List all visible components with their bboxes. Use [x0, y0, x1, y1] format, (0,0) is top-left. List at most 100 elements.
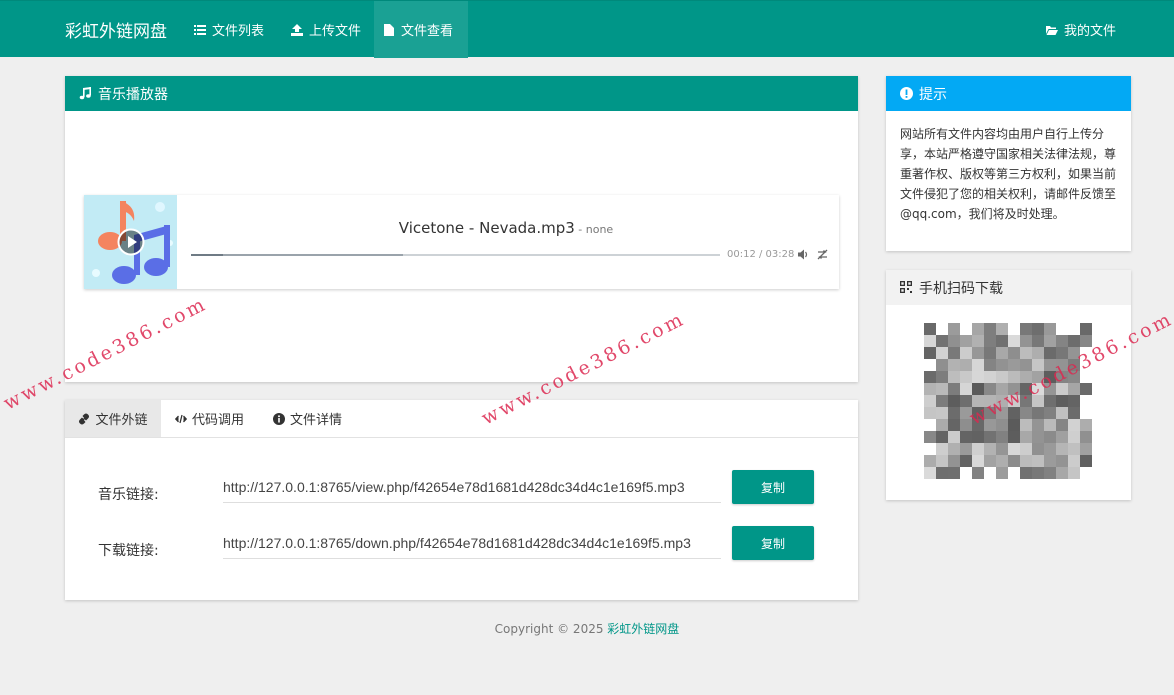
qr-cell	[1044, 467, 1056, 479]
exclamation-circle-icon	[900, 87, 913, 100]
qr-cell	[1080, 419, 1092, 431]
music-link-label: 音乐链接:	[98, 487, 159, 503]
qr-cell	[936, 455, 948, 467]
qr-cell	[924, 407, 936, 419]
qr-cell	[936, 359, 948, 371]
qr-cell	[1020, 419, 1032, 431]
copy-download-link-button[interactable]: 复制	[732, 526, 814, 560]
qr-cell	[936, 395, 948, 407]
qr-cell	[948, 407, 960, 419]
qr-cell	[1044, 371, 1056, 383]
qr-cell	[948, 323, 960, 335]
album-cover[interactable]	[84, 195, 177, 289]
qr-code-image	[924, 323, 1092, 479]
qr-cell	[960, 431, 972, 443]
footer-site-link[interactable]: 彩虹外链网盘	[607, 622, 679, 636]
tab-file-details[interactable]: 文件详情	[273, 400, 342, 437]
qr-cell	[1020, 431, 1032, 443]
qr-cell	[984, 335, 996, 347]
tab-file-links[interactable]: 文件外链	[65, 400, 161, 437]
qr-cell	[1044, 335, 1056, 347]
volume-icon[interactable]	[798, 249, 809, 260]
qr-cell	[1032, 335, 1044, 347]
qr-cell	[1080, 383, 1092, 395]
progress-bar[interactable]	[191, 254, 720, 256]
qr-cell	[1032, 455, 1044, 467]
qr-cell	[972, 455, 984, 467]
qr-cell	[960, 347, 972, 359]
nav-file-list[interactable]: 文件列表	[185, 1, 273, 58]
player-time: 00:12 / 03:28	[727, 249, 795, 260]
qr-cell	[984, 347, 996, 359]
qr-cell	[972, 371, 984, 383]
qr-cell	[948, 443, 960, 455]
link-icon	[79, 413, 90, 424]
audio-player: Vicetone - Nevada.mp3 - none 00:12 / 03:…	[84, 195, 839, 289]
qr-cell	[960, 419, 972, 431]
qr-cell	[1080, 455, 1092, 467]
nav-file-view[interactable]: 文件查看	[374, 1, 468, 58]
qr-cell	[1080, 335, 1092, 347]
tab-code-call[interactable]: 代码调用	[175, 400, 244, 437]
qr-cell	[1068, 467, 1080, 479]
list-icon	[194, 24, 206, 35]
qr-cell	[924, 395, 936, 407]
song-title: Vicetone - Nevada.mp3	[398, 219, 575, 237]
tab-code-call-label: 代码调用	[192, 413, 245, 428]
tip-panel: 提示 网站所有文件内容均由用户自行上传分享，本站严格遵守国家相关法律法规，尊重著…	[886, 76, 1131, 251]
qr-cell	[996, 395, 1008, 407]
qr-cell	[1020, 371, 1032, 383]
music-link-input[interactable]	[223, 471, 721, 503]
qr-cell	[1056, 359, 1068, 371]
qr-cell	[924, 347, 936, 359]
qr-cell	[1032, 407, 1044, 419]
play-icon[interactable]	[117, 228, 145, 256]
qr-cell	[996, 443, 1008, 455]
copy-music-link-button[interactable]: 复制	[732, 470, 814, 504]
qr-cell	[1044, 431, 1056, 443]
qr-cell	[924, 383, 936, 395]
qr-cell	[1056, 371, 1068, 383]
nav-my-files[interactable]: 我的文件	[1037, 1, 1125, 58]
loop-icon[interactable]	[817, 249, 828, 260]
qr-cell	[984, 383, 996, 395]
footer: Copyright © 2025 彩虹外链网盘	[0, 620, 1174, 637]
file-links-panel: 文件外链 代码调用 文件详情 音乐链接: 复制 下载链接: 复制	[65, 400, 858, 600]
qr-cell	[972, 443, 984, 455]
qr-cell	[984, 419, 996, 431]
qr-cell	[1068, 407, 1080, 419]
download-link-input[interactable]	[223, 527, 721, 559]
qr-cell	[1032, 443, 1044, 455]
qr-cell	[1068, 455, 1080, 467]
qr-panel-title: 手机扫码下载	[919, 280, 1003, 297]
qr-cell	[1080, 443, 1092, 455]
qr-cell	[996, 467, 1008, 479]
qr-cell	[936, 407, 948, 419]
qr-cell	[996, 431, 1008, 443]
qr-cell	[960, 455, 972, 467]
qr-cell	[1056, 431, 1068, 443]
footer-copyright: Copyright © 2025	[494, 622, 608, 636]
qr-cell	[1068, 347, 1080, 359]
qr-cell	[1032, 347, 1044, 359]
qr-cell	[1056, 395, 1068, 407]
download-link-label: 下载链接:	[98, 543, 159, 559]
qr-cell	[960, 383, 972, 395]
qr-cell	[1008, 383, 1020, 395]
qr-cell	[948, 347, 960, 359]
qr-cell	[972, 335, 984, 347]
qr-cell	[1008, 407, 1020, 419]
qr-cell	[1068, 443, 1080, 455]
qr-cell	[924, 455, 936, 467]
qr-cell	[984, 395, 996, 407]
qr-cell	[960, 359, 972, 371]
qr-cell	[1032, 323, 1044, 335]
nav-upload-file[interactable]: 上传文件	[282, 1, 370, 58]
brand-logo-text[interactable]: 彩虹外链网盘	[65, 17, 167, 42]
folder-open-icon	[1046, 25, 1058, 35]
qr-cell	[924, 323, 936, 335]
qr-cell	[984, 443, 996, 455]
qr-panel: 手机扫码下载	[886, 270, 1131, 500]
qr-cell	[948, 335, 960, 347]
qr-cell	[1008, 455, 1020, 467]
